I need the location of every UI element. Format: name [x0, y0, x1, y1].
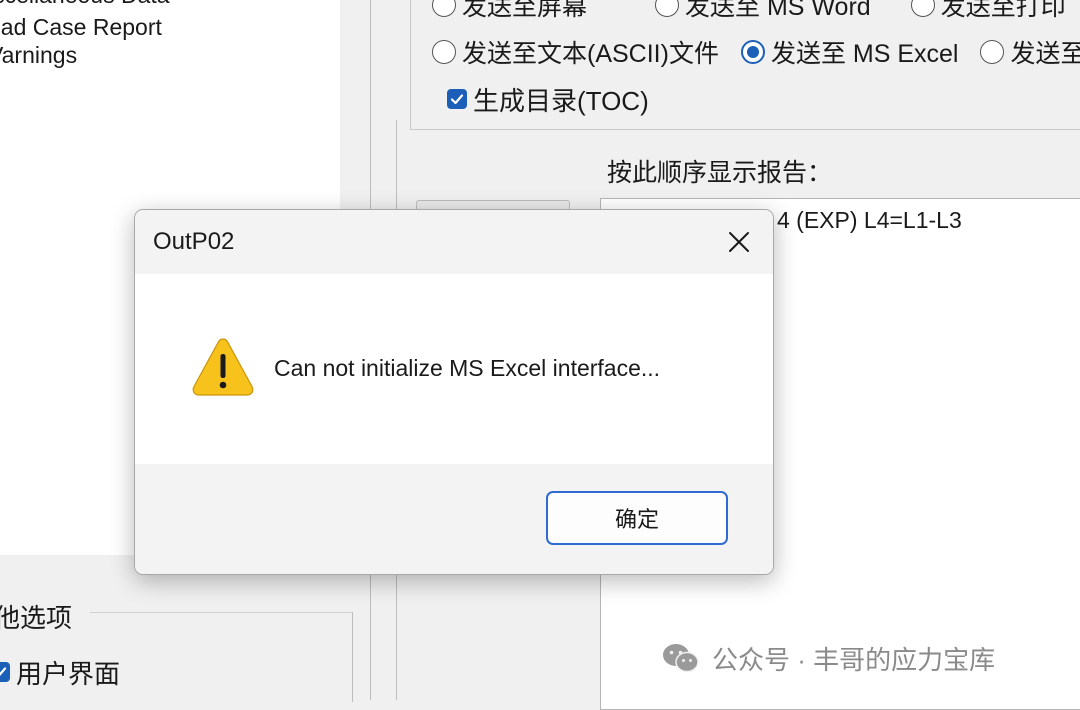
radio-label: 发送至打印: [940, 0, 1066, 21]
checkmark-icon: [0, 667, 7, 676]
warning-icon: [192, 338, 254, 396]
dialog-footer: 确定: [135, 464, 773, 574]
user-interface-label: 用户界面: [16, 658, 121, 689]
radio-send-to-screen[interactable]: 发送至屏幕: [432, 0, 587, 23]
error-dialog: OutP02 Can not initialize MS Excel inter…: [134, 209, 774, 575]
checkmark-icon: [450, 94, 464, 105]
group-box-border: [90, 612, 352, 613]
user-interface-checkbox[interactable]: [0, 662, 10, 682]
user-interface-checkbox-row[interactable]: 用户界面: [0, 655, 120, 689]
watermark: 公众号 · 丰哥的应力宝库: [662, 640, 995, 676]
other-options-group-label: 他选项: [0, 603, 73, 633]
dialog-titlebar[interactable]: OutP02: [135, 210, 773, 274]
close-icon: [729, 232, 749, 252]
toc-checkbox-row[interactable]: 生成目录(TOC): [447, 82, 649, 116]
watermark-text: 公众号 · 丰哥的应力宝库: [712, 644, 996, 675]
radio-send-to-word[interactable]: 发送至 MS Word: [655, 0, 871, 23]
toc-label: 生成目录(TOC): [473, 85, 649, 116]
dialog-message: Can not initialize MS Excel interface...: [274, 355, 661, 381]
radio-send-to-excel[interactable]: 发送至 MS Excel: [740, 34, 959, 70]
group-box-border: [352, 612, 353, 702]
radio-label: 发送至 MS Word: [685, 0, 871, 21]
radio-send-to-printer[interactable]: 发送至打印: [910, 0, 1066, 23]
list-item[interactable]: 4 (EXP) L4=L1-L3: [777, 207, 962, 234]
radio-send-to-text-file[interactable]: 发送至文本(ASCII)文件: [432, 34, 719, 70]
list-item[interactable]: oad Case Report: [0, 14, 162, 41]
radio-button[interactable]: [910, 0, 935, 17]
radio-button[interactable]: [655, 0, 680, 17]
radio-button[interactable]: [980, 40, 1005, 64]
radio-label: 发送至: [1010, 40, 1080, 68]
dialog-body: Can not initialize MS Excel interface...: [135, 274, 773, 464]
output-radio-row-2: 发送至文本(ASCII)文件 发送至 MS Excel 发送至: [432, 35, 1080, 69]
radio-label: 发送至 MS Excel: [770, 40, 959, 68]
radio-button[interactable]: [432, 0, 456, 17]
wechat-icon: [663, 644, 699, 673]
output-radio-row-1: 发送至屏幕 发送至 MS Word 发送至打印: [432, 0, 1080, 22]
radio-label: 发送至文本(ASCII)文件: [462, 40, 719, 68]
list-item[interactable]: Varnings: [0, 42, 77, 69]
list-item[interactable]: iscellaneous Data: [0, 0, 170, 9]
close-button[interactable]: [719, 222, 759, 262]
radio-button[interactable]: [432, 40, 456, 64]
radio-send-to-other[interactable]: 发送至: [980, 34, 1080, 70]
dialog-title: OutP02: [153, 228, 235, 255]
ok-button[interactable]: 确定: [546, 491, 728, 545]
toc-checkbox[interactable]: [447, 89, 467, 109]
radio-button-selected[interactable]: [740, 40, 765, 64]
report-order-label: 按此顺序显示报告：: [607, 159, 833, 187]
radio-label: 发送至屏幕: [462, 0, 588, 21]
